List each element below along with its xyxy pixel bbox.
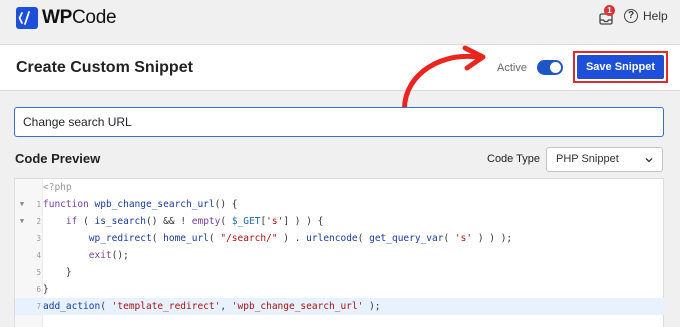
code-text: } [43,267,72,278]
help-link[interactable]: ? Help [624,9,668,23]
code-line[interactable]: <?php [15,179,664,196]
code-type-label: Code Type [487,153,541,165]
chevron-down-icon [645,158,653,163]
code-line[interactable]: 3 wp_redirect( home_url( "/search/" ) . … [15,230,664,247]
code-line[interactable]: 4 exit(); [15,247,664,264]
line-number: 1 [36,200,41,209]
save-snippet-button[interactable]: Save Snippet [577,55,664,79]
code-type-select[interactable]: PHP Snippet [546,147,663,172]
snippet-title-input[interactable]: Change search URL [14,107,664,137]
snippet-header: Create Custom Snippet Active Save Snippe… [0,44,680,91]
line-number: 3 [36,234,41,243]
wpcode-logo[interactable]: WPCode [16,7,117,29]
code-line[interactable]: ▼ 1 function wpb_change_search_url() { [15,196,664,213]
line-number: 2 [36,217,41,226]
line-number: 7 [36,302,41,311]
active-label: Active [497,62,527,74]
logo-text: WPCode [42,7,117,29]
code-text: } [43,284,49,295]
question-circle-icon: ? [624,9,638,23]
logo-light: Code [72,7,117,28]
fold-triangle-icon[interactable]: ▼ [17,213,27,230]
code-preview-heading: Code Preview [15,151,101,166]
top-bar: WPCode 1 ? Help [0,0,680,42]
fold-triangle-icon[interactable]: ▼ [17,196,27,213]
code-editor[interactable]: <?php ▼ 1 function wpb_change_search_url() … [14,178,664,327]
toggle-knob [550,62,561,73]
wpcode-logo-icon [16,7,38,29]
logo-bold: WP [42,7,73,28]
save-button-highlight: Save Snippet [573,51,668,83]
help-label: Help [643,9,668,23]
line-number: 5 [36,268,41,277]
code-text: <?php [43,182,72,193]
code-text: function wpb_change_search_url() { [43,199,238,210]
code-text: if ( is_search() && ! empty( $_GET['s'] … [65,216,324,227]
active-toggle[interactable] [537,60,563,75]
code-line[interactable]: 5 } [15,264,664,281]
notification-badge: 1 [604,5,615,16]
code-text: add_action( 'template_redirect', 'wpb_ch… [43,301,381,312]
page-title: Create Custom Snippet [16,59,193,76]
code-text: exit(); [88,250,129,261]
code-line[interactable]: 7 add_action( 'template_redirect', 'wpb_c… [15,298,664,315]
code-type-value: PHP Snippet [556,153,619,165]
code-line[interactable]: ▼ 2 if ( is_search() && ! empty( $_GET['s… [15,213,664,230]
code-line[interactable]: 6} [15,281,664,298]
line-number: 6 [36,285,41,294]
code-text: wp_redirect( home_url( "/search/" ) . ur… [88,233,513,244]
line-number: 4 [36,251,41,260]
